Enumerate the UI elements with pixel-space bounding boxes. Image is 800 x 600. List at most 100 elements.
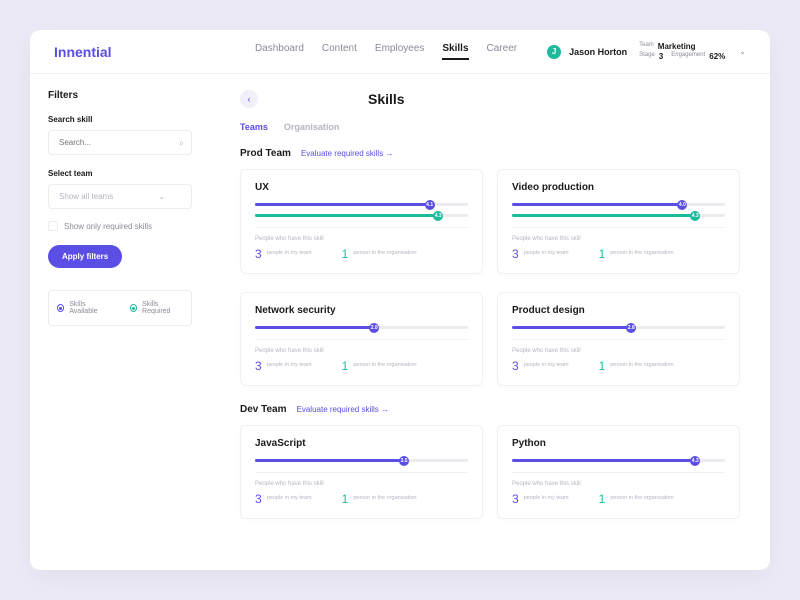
skill-bars: 3.5 (255, 459, 468, 462)
skill-card[interactable]: Network security 2.8 People who have thi… (240, 292, 483, 386)
stats: 3 people in my team 1 person in the organi… (255, 492, 468, 506)
bar-dot: 4.3 (690, 456, 700, 466)
stats: 3people in my team 1person in the organi… (512, 492, 725, 506)
bar-dot: 4.0 (677, 200, 687, 210)
filters-heading: Filters (48, 90, 192, 101)
stat-team-label: people in my team (524, 250, 569, 257)
skill-bars: 4.14.3 (255, 203, 468, 217)
legend-dot-icon (130, 304, 137, 312)
body: Filters Search skill ⌕ Select team Show … (30, 74, 770, 570)
skill-card[interactable]: Python 4.3 People who have this skill 3p… (497, 425, 740, 519)
chevron-down-icon: ⌄ (158, 192, 165, 201)
team-name: Prod Team (240, 148, 291, 159)
skill-card[interactable]: Product design 2.8 People who have this … (497, 292, 740, 386)
stat-org-count: 1 (599, 359, 606, 373)
nav-item-skills[interactable]: Skills (442, 43, 468, 60)
card-sublabel: People who have this skill (255, 236, 468, 242)
stat-team-count: 3 (255, 359, 262, 373)
avatar: J (547, 45, 561, 59)
bar-dot: 2.8 (369, 323, 379, 333)
card-row: UX 4.14.3 People who have this skill 3pe… (240, 169, 740, 274)
skill-bars: 4.04.3 (512, 203, 725, 217)
legend-required: Skills Required (130, 301, 183, 315)
stat-team-label: people in my team (267, 495, 312, 502)
stat-team-count: 3 (512, 359, 519, 373)
stat-org-count: 1 (599, 247, 606, 261)
sidebar: Filters Search skill ⌕ Select team Show … (30, 74, 210, 570)
stats: 3people in my team 1person in the organi… (512, 359, 725, 373)
nav-item-dashboard[interactable]: Dashboard (255, 43, 304, 60)
bar-dot: 4.3 (433, 211, 443, 221)
bar-dot: 3.5 (399, 456, 409, 466)
stat-org-count: 1 (342, 492, 349, 506)
user-meta: Team Marketing Stage 3 Engagement 62% (639, 42, 725, 61)
skill-title: Python (512, 438, 725, 449)
evaluate-link[interactable]: Evaluate required skills → (301, 149, 393, 158)
search-label: Search skill (48, 115, 192, 124)
select-team-label: Select team (48, 169, 192, 178)
nav-item-employees[interactable]: Employees (375, 43, 424, 60)
main-nav: Dashboard Content Employees Skills Career (255, 43, 517, 60)
stage-value: 3 (659, 52, 663, 61)
user-name: Jason Horton (569, 47, 627, 57)
evaluate-link[interactable]: Evaluate required skills → (297, 405, 389, 414)
apply-filters-button[interactable]: Apply filters (48, 245, 122, 268)
card-sublabel: People who have this skill (255, 348, 468, 354)
stat-team-label: people in my team (267, 250, 312, 257)
required-only-checkbox[interactable]: Show only required skills (48, 221, 192, 231)
tab-teams[interactable]: Teams (240, 122, 268, 132)
search-input[interactable] (48, 130, 192, 155)
stat-org-label: person in the organisation (353, 495, 416, 502)
skill-bars: 2.8 (512, 326, 725, 329)
legend-dot-icon (57, 304, 64, 312)
stat-org-count: 1 (342, 359, 349, 373)
skill-card[interactable]: Video production 4.04.3 People who have … (497, 169, 740, 274)
skill-card[interactable]: JavaScript 3.5 People who have this skil… (240, 425, 483, 519)
stat-org-label: person in the organisation (353, 250, 416, 257)
team-select[interactable]: Show all teams ⌄ (48, 184, 192, 209)
engagement-value: 62% (709, 52, 725, 61)
app-window: Innential Dashboard Content Employees Skill… (30, 30, 770, 570)
stats: 3people in my team 1person in the organi… (255, 359, 468, 373)
bar-dot: 4.1 (425, 200, 435, 210)
stats: 3people in my team 1person in the organi… (512, 247, 725, 261)
page-title: Skills (368, 91, 405, 107)
back-button[interactable]: ‹ (240, 90, 258, 108)
engagement-label: Engagement (671, 52, 705, 61)
stat-team-count: 3 (512, 492, 519, 506)
stat-team-count: 3 (255, 247, 262, 261)
checkbox-label: Show only required skills (64, 222, 152, 231)
team-name: Dev Team (240, 404, 287, 415)
bar-dot: 2.8 (626, 323, 636, 333)
tabs: Teams Organisation (240, 122, 740, 132)
card-sublabel: People who have this skill (512, 481, 725, 487)
user-menu[interactable]: J Jason Horton Team Marketing Stage 3 En… (547, 42, 746, 61)
stage-label: Stage (639, 52, 655, 61)
divider (255, 472, 468, 473)
team-header: Dev Team Evaluate required skills → (240, 404, 740, 415)
search-icon: ⌕ (179, 137, 184, 148)
legend-available: Skills Available (57, 301, 110, 315)
nav-item-career[interactable]: Career (487, 43, 518, 60)
brand-logo: Innential (54, 44, 112, 60)
header: Innential Dashboard Content Employees Skill… (30, 30, 770, 74)
skill-title: Product design (512, 305, 725, 316)
card-sublabel: People who have this skill (512, 348, 725, 354)
skill-title: UX (255, 182, 468, 193)
team-label: Team (639, 42, 654, 51)
card-row: Network security 2.8 People who have thi… (240, 292, 740, 386)
card-sublabel: People who have this skill (512, 236, 725, 242)
card-row: JavaScript 3.5 People who have this skil… (240, 425, 740, 519)
stat-org-label: person in the organisation (610, 362, 673, 369)
tab-organisation[interactable]: Organisation (284, 122, 340, 132)
stat-team-count: 3 (255, 492, 262, 506)
divider (255, 339, 468, 340)
nav-item-content[interactable]: Content (322, 43, 357, 60)
skill-card[interactable]: UX 4.14.3 People who have this skill 3 pe… (240, 169, 483, 274)
team-value: Marketing (658, 42, 696, 51)
skill-title: JavaScript (255, 438, 468, 449)
page-header: ‹ Skills (240, 90, 740, 108)
skill-bars: 4.3 (512, 459, 725, 462)
stat-team-label: people in my team (524, 495, 569, 502)
main-content: ‹ Skills Teams Organisation Prod Team Eval… (210, 74, 770, 570)
